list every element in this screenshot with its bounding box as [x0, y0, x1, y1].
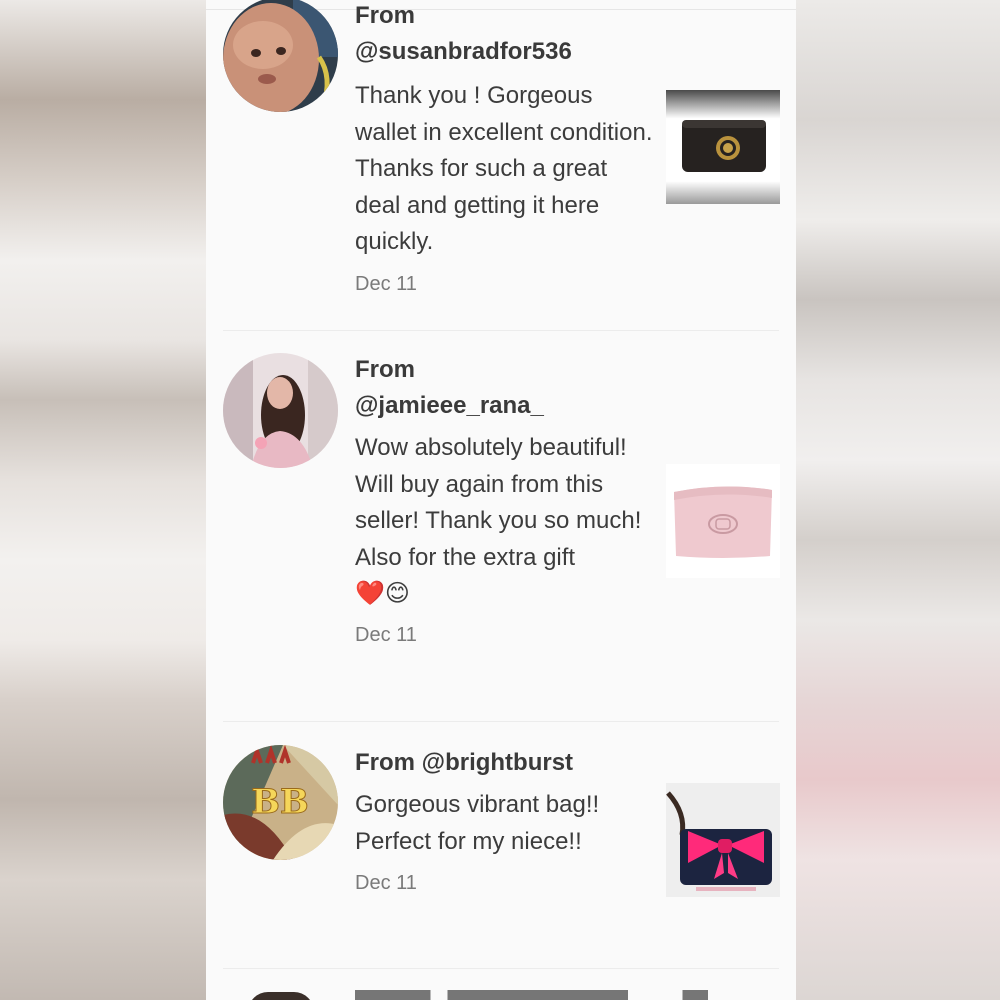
reviews-panel[interactable]: From @susanbradfor536 Thank you ! Gorgeo… — [206, 0, 796, 1000]
review-from: From — [355, 356, 415, 383]
user-avatar[interactable] — [248, 992, 314, 1000]
emoji-row: ❤️😊 — [355, 580, 410, 607]
review-divider — [223, 968, 779, 969]
bb-logo-avatar: BB — [223, 745, 338, 860]
review-divider — [223, 330, 779, 331]
listing-thumbnail[interactable] — [666, 783, 780, 897]
review-username-link[interactable]: From @brightburst — [355, 745, 655, 781]
review-from-partial — [355, 990, 775, 1000]
review-date: Dec 11 — [355, 872, 417, 894]
blurred-background-left — [0, 0, 206, 1000]
review-date: Dec 11 — [355, 272, 417, 295]
pink-bow-bag-thumbnail — [666, 783, 780, 897]
review-username-link[interactable]: @susanbradfor536 — [355, 34, 655, 70]
woman-photo-avatar — [223, 353, 338, 468]
blurred-background-right — [796, 0, 1000, 1000]
black-wallet-thumbnail — [666, 90, 780, 204]
review-comment: Thank you ! Gorgeous wallet in excellent… — [355, 82, 653, 255]
listing-thumbnail[interactable] — [666, 90, 780, 204]
svg-text:BB: BB — [251, 782, 308, 822]
baby-photo-avatar — [223, 0, 338, 112]
review-date: Dec 11 — [355, 624, 417, 646]
review-comment: Gorgeous vibrant bag!! Perfect for my ni… — [355, 791, 600, 855]
listing-thumbnail[interactable] — [666, 464, 780, 578]
user-avatar[interactable] — [223, 0, 338, 112]
review-username-link[interactable]: @jamieee_rana_ — [355, 388, 655, 424]
review-from: From — [355, 2, 415, 29]
user-avatar[interactable] — [223, 353, 338, 468]
review-divider — [223, 721, 779, 722]
review-comment: Wow absolutely beautiful! Will buy again… — [355, 434, 642, 571]
pink-pouch-thumbnail — [666, 464, 780, 578]
user-avatar[interactable]: BB — [223, 745, 338, 860]
